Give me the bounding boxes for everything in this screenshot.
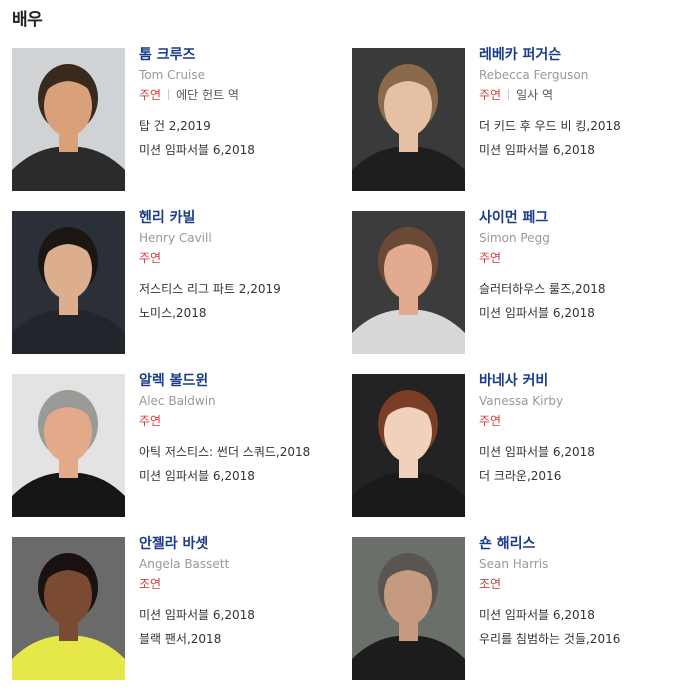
actor-english-name: Henry Cavill	[139, 231, 212, 245]
role-label: 주연	[139, 414, 162, 428]
actor-info: 안젤라 바셋 Angela Bassett 조연 미션 임파서블 6,2018 …	[139, 536, 344, 647]
role-label: 주연	[479, 88, 502, 102]
role-line: 주연 일사 역	[479, 87, 684, 103]
actor-english-name: Sean Harris	[479, 557, 549, 571]
filmography-link[interactable]: 미션 임파서블 6,2018	[139, 468, 344, 484]
filmography-link[interactable]: 더 키드 후 우드 비 킹,2018	[479, 118, 684, 134]
actor-english-name: Rebecca Ferguson	[479, 68, 589, 82]
actor-info: 바네사 커비 Vanessa Kirby 주연 미션 임파서블 6,2018 더…	[479, 373, 684, 484]
filmography-link[interactable]: 저스티스 리그 파트 2,2019	[139, 281, 344, 297]
filmography-link[interactable]: 탑 건 2,2019	[139, 118, 344, 134]
actor-name-link[interactable]: 안젤라 바셋	[139, 536, 344, 552]
role-label: 조연	[479, 577, 502, 591]
role-line: 주연	[139, 250, 344, 266]
filmography-link[interactable]: 우리를 침범하는 것들,2016	[479, 631, 684, 647]
actor-card: 헨리 카빌 Henry Cavill 주연 저스티스 리그 파트 2,2019 …	[12, 210, 352, 374]
actor-photo[interactable]	[352, 537, 465, 680]
actor-photo[interactable]	[352, 374, 465, 517]
actor-portrait	[12, 48, 125, 191]
filmography-link[interactable]: 미션 임파서블 6,2018	[139, 607, 344, 623]
actor-english-name: Simon Pegg	[479, 231, 550, 245]
actor-english-name: Alec Baldwin	[139, 394, 216, 408]
divider	[168, 89, 170, 100]
actor-card: 안젤라 바셋 Angela Bassett 조연 미션 임파서블 6,2018 …	[12, 536, 352, 700]
actor-english-name: Tom Cruise	[139, 68, 206, 82]
actor-name-link[interactable]: 알렉 볼드윈	[139, 373, 344, 389]
actor-name-link[interactable]: 헨리 카빌	[139, 210, 344, 226]
actor-english-name: Vanessa Kirby	[479, 394, 564, 408]
actor-portrait	[352, 211, 465, 354]
divider	[508, 89, 510, 100]
filmography-link[interactable]: 미션 임파서블 6,2018	[479, 444, 684, 460]
actor-card: 사이먼 페그 Simon Pegg 주연 슬러터하우스 룰즈,2018 미션 임…	[352, 210, 692, 374]
actor-info: 알렉 볼드윈 Alec Baldwin 주연 아틱 저스티스: 썬더 스쿼드,2…	[139, 373, 344, 484]
role-line: 주연 에단 헌트 역	[139, 87, 344, 103]
role-line: 주연	[479, 250, 684, 266]
filmography-link[interactable]: 미션 임파서블 6,2018	[479, 142, 684, 158]
actor-card: 레베카 퍼거슨 Rebecca Ferguson 주연 일사 역 더 키드 후 우…	[352, 47, 692, 211]
filmography-link[interactable]: 미션 임파서블 6,2018	[479, 607, 684, 623]
filmography-link[interactable]: 더 크라운,2016	[479, 468, 684, 484]
filmography-link[interactable]: 미션 임파서블 6,2018	[479, 305, 684, 321]
filmography-link[interactable]: 미션 임파서블 6,2018	[139, 142, 344, 158]
role-line: 주연	[479, 413, 684, 429]
role-line: 조연	[139, 576, 344, 592]
filmography-link[interactable]: 슬러터하우스 룰즈,2018	[479, 281, 684, 297]
actor-portrait	[352, 374, 465, 517]
actor-info: 톰 크루즈 Tom Cruise 주연 에단 헌트 역 탑 건 2,2019 미션…	[139, 47, 344, 158]
actor-card: 톰 크루즈 Tom Cruise 주연 에단 헌트 역 탑 건 2,2019 미션…	[12, 47, 352, 211]
actor-portrait	[352, 537, 465, 680]
actor-portrait	[12, 537, 125, 680]
role-line: 주연	[139, 413, 344, 429]
actor-info: 사이먼 페그 Simon Pegg 주연 슬러터하우스 룰즈,2018 미션 임…	[479, 210, 684, 321]
actor-photo[interactable]	[12, 211, 125, 354]
actor-info: 레베카 퍼거슨 Rebecca Ferguson 주연 일사 역 더 키드 후 우…	[479, 47, 684, 158]
filmography-link[interactable]: 아틱 저스티스: 썬더 스쿼드,2018	[139, 444, 344, 460]
actor-photo[interactable]	[12, 374, 125, 517]
role-line: 조연	[479, 576, 684, 592]
actor-photo[interactable]	[352, 211, 465, 354]
actor-name-link[interactable]: 바네사 커비	[479, 373, 684, 389]
actor-grid: 톰 크루즈 Tom Cruise 주연 에단 헌트 역 탑 건 2,2019 미션…	[12, 47, 700, 700]
actor-portrait	[12, 211, 125, 354]
role-label: 주연	[139, 88, 162, 102]
actor-card: 바네사 커비 Vanessa Kirby 주연 미션 임파서블 6,2018 더…	[352, 373, 692, 537]
actor-photo[interactable]	[352, 48, 465, 191]
character-name: 일사 역	[516, 88, 554, 102]
actor-portrait	[12, 374, 125, 517]
character-name: 에단 헌트 역	[176, 88, 239, 102]
role-label: 주연	[479, 414, 502, 428]
role-label: 주연	[139, 251, 162, 265]
actor-photo[interactable]	[12, 48, 125, 191]
actor-name-link[interactable]: 톰 크루즈	[139, 47, 344, 63]
actor-photo[interactable]	[12, 537, 125, 680]
actor-info: 숀 해리스 Sean Harris 조연 미션 임파서블 6,2018 우리를 …	[479, 536, 684, 647]
actor-info: 헨리 카빌 Henry Cavill 주연 저스티스 리그 파트 2,2019 …	[139, 210, 344, 321]
actor-portrait	[352, 48, 465, 191]
role-label: 조연	[139, 577, 162, 591]
filmography-link[interactable]: 노미스,2018	[139, 305, 344, 321]
role-label: 주연	[479, 251, 502, 265]
actor-card: 숀 해리스 Sean Harris 조연 미션 임파서블 6,2018 우리를 …	[352, 536, 692, 700]
section-title: 배우	[12, 10, 43, 30]
filmography-link[interactable]: 블랙 팬서,2018	[139, 631, 344, 647]
actor-card: 알렉 볼드윈 Alec Baldwin 주연 아틱 저스티스: 썬더 스쿼드,2…	[12, 373, 352, 537]
actor-name-link[interactable]: 사이먼 페그	[479, 210, 684, 226]
actor-name-link[interactable]: 숀 해리스	[479, 536, 684, 552]
actor-english-name: Angela Bassett	[139, 557, 230, 571]
actor-name-link[interactable]: 레베카 퍼거슨	[479, 47, 684, 63]
